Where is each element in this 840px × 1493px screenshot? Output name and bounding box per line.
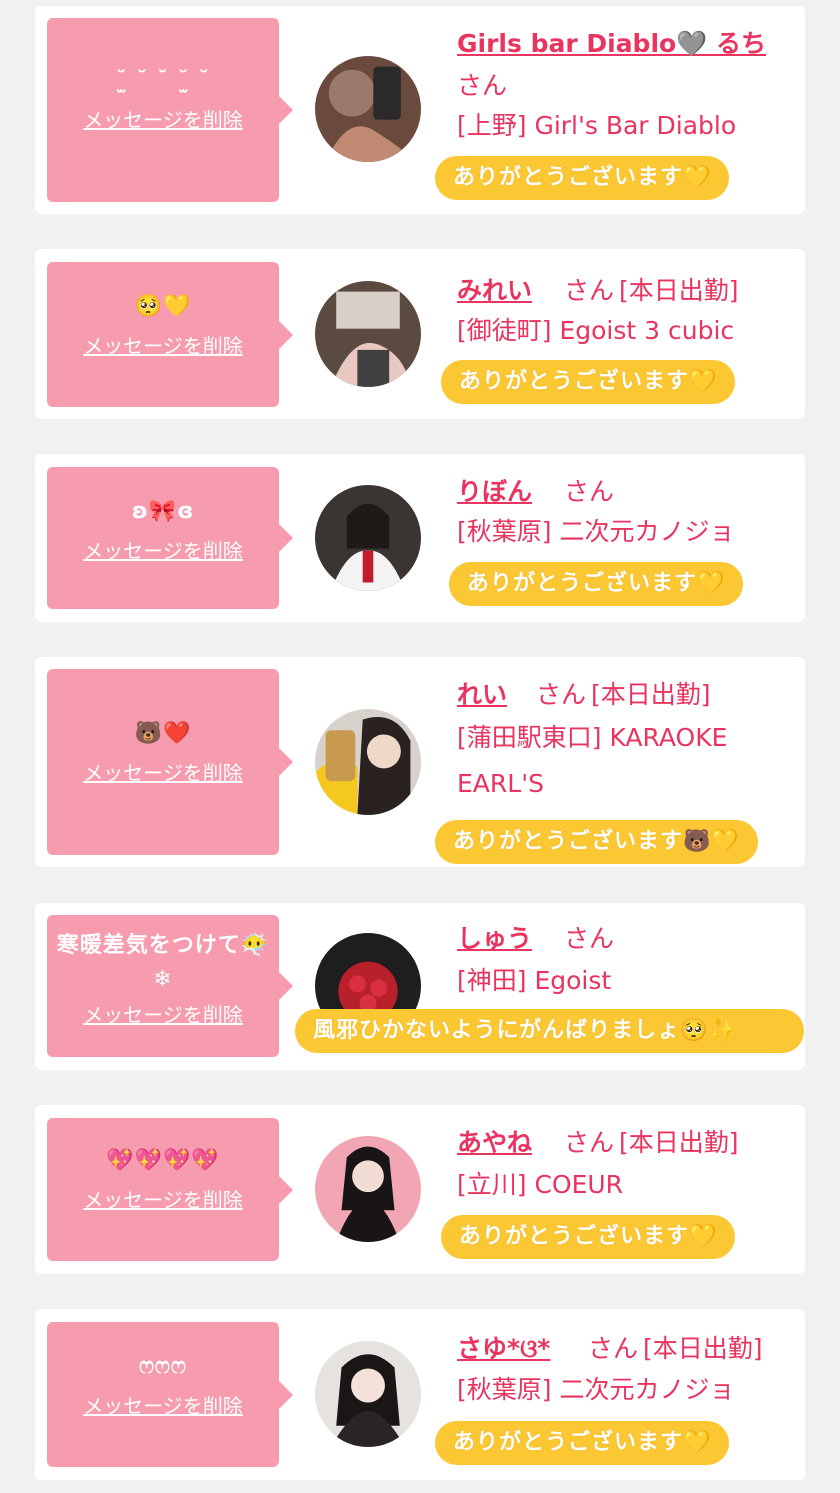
message-text: ˘̫ ˘ ˘ ˘̫ ˘ bbox=[115, 68, 211, 93]
message-text: 🐻❤️ bbox=[134, 721, 192, 746]
message-card: 🐻❤️ メッセージを削除 れい さん [本日出勤] [蒲田駅東口] KARAOK… bbox=[35, 657, 805, 867]
message-bubble: 🥺💛 メッセージを削除 bbox=[47, 262, 293, 407]
message-bubble: 寒暖差気をつけて😶‍🌫️❄ メッセージを削除 bbox=[47, 915, 293, 1057]
honorific: さん bbox=[457, 71, 508, 100]
shop-info: [秋葉原] 二次元カノジョ bbox=[457, 1375, 735, 1404]
message-text: 💖💖💖💖 bbox=[106, 1148, 220, 1173]
attendance-status: [本日出勤] bbox=[591, 680, 711, 709]
honorific: さん bbox=[536, 680, 587, 709]
message-card: ෆෆෆ メッセージを削除 さゆ*ଓ* さん [本日出勤] [秋葉原] 二次元カノ… bbox=[35, 1309, 805, 1480]
avatar[interactable] bbox=[315, 709, 421, 815]
message-card: ˘̫ ˘ ˘ ˘̫ ˘ メッセージを削除 Girls bar Diablo🩶 る… bbox=[35, 6, 805, 214]
message-text: 寒暖差気をつけて😶‍🌫️❄ bbox=[56, 933, 270, 992]
message-text: 🥺💛 bbox=[134, 294, 192, 319]
reply-badge: ありがとうございます💛 bbox=[435, 1421, 730, 1465]
honorific: さん bbox=[564, 477, 615, 506]
shop-info: [御徒町] Egoist 3 cubic bbox=[457, 316, 735, 345]
reply-badge: 風邪ひかないようにがんばりましょ🥺✨ bbox=[295, 1009, 804, 1053]
shop-info: [神田] Egoist bbox=[457, 966, 612, 995]
message-card: 寒暖差気をつけて😶‍🌫️❄ メッセージを削除 しゅう さん [神田] Egois… bbox=[35, 903, 805, 1070]
cast-name-link[interactable]: れい bbox=[457, 675, 507, 711]
delete-message-link[interactable]: メッセージを削除 bbox=[53, 757, 273, 786]
avatar[interactable] bbox=[315, 485, 421, 591]
message-bubble: 💖💖💖💖 メッセージを削除 bbox=[47, 1118, 293, 1261]
delete-message-link[interactable]: メッセージを削除 bbox=[53, 104, 273, 133]
avatar[interactable] bbox=[315, 1136, 421, 1242]
cast-name-link[interactable]: あやね bbox=[457, 1123, 532, 1159]
reply-badge: ありがとうございます💛 bbox=[435, 156, 730, 200]
avatar[interactable] bbox=[315, 281, 421, 387]
message-bubble: ʚ🎀ɞ メッセージを削除 bbox=[47, 467, 293, 609]
message-bubble: ෆෆෆ メッセージを削除 bbox=[47, 1322, 293, 1467]
attendance-status: [本日出勤] bbox=[619, 1128, 739, 1157]
message-card: 💖💖💖💖 メッセージを削除 あやね さん [本日出勤] [立川] COEUR あ… bbox=[35, 1105, 805, 1274]
cast-name-link[interactable]: Girls bar Diablo🩶 るち bbox=[457, 24, 766, 60]
cast-name-link[interactable]: しゅう bbox=[457, 919, 532, 955]
reply-badge: ありがとうございます🐻💛 bbox=[435, 820, 758, 864]
shop-info: [蒲田駅東口] KARAOKE EARL'S bbox=[457, 723, 728, 798]
delete-message-link[interactable]: メッセージを削除 bbox=[53, 1390, 273, 1419]
delete-message-link[interactable]: メッセージを削除 bbox=[53, 1184, 273, 1213]
message-card: 🥺💛 メッセージを削除 みれい さん [本日出勤] [御徒町] Egoist 3… bbox=[35, 249, 805, 419]
delete-message-link[interactable]: メッセージを削除 bbox=[53, 535, 273, 564]
reply-badge: ありがとうございます💛 bbox=[441, 360, 736, 404]
honorific: さん bbox=[564, 1128, 615, 1157]
message-card: ʚ🎀ɞ メッセージを削除 りぼん さん [秋葉原] 二次元カノジョ ありがとうご… bbox=[35, 454, 805, 622]
honorific: さん bbox=[588, 1334, 639, 1363]
cast-name-link[interactable]: りぼん bbox=[457, 472, 532, 508]
reply-badge: ありがとうございます💛 bbox=[441, 1215, 736, 1259]
attendance-status: [本日出勤] bbox=[643, 1334, 763, 1363]
message-text: ෆෆෆ bbox=[139, 1354, 187, 1379]
message-bubble: 🐻❤️ メッセージを削除 bbox=[47, 669, 293, 855]
attendance-status: [本日出勤] bbox=[619, 276, 739, 305]
reply-badge: ありがとうございます💛 bbox=[449, 562, 744, 606]
shop-info: [秋葉原] 二次元カノジョ bbox=[457, 517, 735, 546]
honorific: さん bbox=[564, 924, 615, 953]
shop-info: [上野] Girl's Bar Diablo bbox=[457, 111, 737, 140]
shop-info: [立川] COEUR bbox=[457, 1170, 624, 1199]
cast-name-link[interactable]: さゆ*ଓ* bbox=[457, 1329, 550, 1365]
message-bubble: ˘̫ ˘ ˘ ˘̫ ˘ メッセージを削除 bbox=[47, 18, 293, 202]
avatar[interactable] bbox=[315, 56, 421, 162]
cast-name-link[interactable]: みれい bbox=[457, 271, 532, 307]
delete-message-link[interactable]: メッセージを削除 bbox=[53, 999, 273, 1028]
delete-message-link[interactable]: メッセージを削除 bbox=[53, 330, 273, 359]
honorific: さん bbox=[564, 276, 615, 305]
avatar[interactable] bbox=[315, 1341, 421, 1447]
message-text: ʚ🎀ɞ bbox=[131, 499, 195, 524]
